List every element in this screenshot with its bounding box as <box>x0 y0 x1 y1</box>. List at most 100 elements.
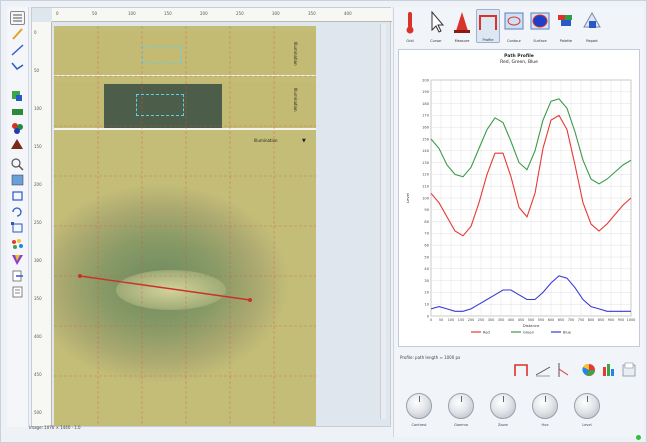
knob-contrast-dial[interactable] <box>406 393 432 419</box>
x-tick-label: 500 <box>528 318 534 322</box>
y-tick-label: 10 <box>424 303 429 307</box>
cursor-icon <box>431 10 445 33</box>
x-tick-label: 250 <box>478 318 484 322</box>
slope-icon[interactable] <box>534 361 552 379</box>
image-canvas-panel: 0 50 100 150 200 250 300 350 400 0 50 100 150 200 250… <box>31 7 392 427</box>
x-tick-label: 50 <box>439 318 443 322</box>
tool-surface[interactable]: Surface <box>528 9 552 43</box>
tool-profile-label: Profile <box>482 38 494 42</box>
color-wheel-icon[interactable] <box>580 361 598 379</box>
knob-hue-dial[interactable] <box>532 393 558 419</box>
ruler-left-tick: 150 <box>34 144 42 149</box>
rotate-tool-icon[interactable] <box>10 205 25 219</box>
triangle-tool-icon[interactable] <box>10 137 25 151</box>
tool-measure-label: Measure <box>454 39 470 43</box>
x-tick-label: 100 <box>448 318 454 322</box>
legend-label-green: Green <box>523 330 534 334</box>
knob-hue[interactable]: Hue <box>530 391 560 435</box>
y-tick-label: 60 <box>424 244 429 248</box>
y-tick-label: 140 <box>422 149 430 153</box>
tool-contour[interactable]: Contour <box>502 9 526 43</box>
line-tool-icon[interactable] <box>10 43 25 57</box>
profile-icon <box>479 15 497 30</box>
tool-report[interactable]: Report <box>580 9 604 43</box>
select-tool-icon[interactable] <box>10 89 25 103</box>
ruler-left-tick: 450 <box>34 372 42 377</box>
y-tick-label: 150 <box>422 137 430 141</box>
tool-palette-label: Palette <box>559 39 573 43</box>
pencil-tool-icon[interactable] <box>10 27 25 41</box>
y-tick-label: 170 <box>422 114 430 118</box>
knob-contrast[interactable]: Contrast <box>404 391 434 435</box>
polyline-tool-icon[interactable] <box>10 59 25 73</box>
rgb-bars-icon[interactable] <box>600 361 618 379</box>
axis-icon[interactable] <box>554 361 572 379</box>
palette-tool-icon[interactable] <box>10 237 25 251</box>
ruler-top-tick: 0 <box>56 11 59 16</box>
measure-tool-icon[interactable] <box>10 105 25 119</box>
knob-zoom[interactable]: Zoom <box>488 391 518 435</box>
left-toolbar <box>7 7 29 427</box>
y-axis-label: Level <box>405 193 410 203</box>
x-tick-label: 950 <box>618 318 624 322</box>
image-tool-icon[interactable] <box>10 173 25 187</box>
zoom-tool-icon[interactable] <box>10 157 25 171</box>
knob-gamma-dial[interactable] <box>448 393 474 419</box>
x-tick-label: 300 <box>488 318 494 322</box>
save-chart-icon[interactable] <box>620 361 638 379</box>
adjustment-knobs: Contrast Gamma Zoom Hue Level <box>400 391 640 435</box>
export-tool-icon[interactable] <box>10 269 25 283</box>
spectrum-tool-icon[interactable] <box>10 253 25 267</box>
ruler-left-tick: 300 <box>34 258 42 263</box>
knob-level[interactable]: Level <box>572 391 602 435</box>
chart-options-row <box>512 361 642 381</box>
knob-level-dial[interactable] <box>574 393 600 419</box>
y-tick-label: 120 <box>422 173 430 177</box>
ruler-top-tick: 350 <box>308 11 316 16</box>
profile-chart: Path Profile Red, Green, Blue 200 190 180 1… <box>398 49 640 347</box>
ruler-left-tick: 200 <box>34 182 42 187</box>
ruler-top-tick: 400 <box>344 11 352 16</box>
y-tick-label: 20 <box>424 291 429 295</box>
status-indicator <box>636 435 641 440</box>
knob-zoom-dial[interactable] <box>490 393 516 419</box>
y-tick-label: 110 <box>422 185 430 189</box>
grid-tool-icon[interactable] <box>10 11 25 25</box>
image-view[interactable]: Illumination Illumination Illumination ▼ <box>54 26 316 426</box>
ruler-top-tick: 200 <box>200 11 208 16</box>
tool-cursor[interactable]: Cursor <box>424 9 448 43</box>
crop-tool-icon[interactable] <box>10 189 25 203</box>
y-tick-label: 130 <box>422 161 430 165</box>
vertical-scrollbar[interactable] <box>380 24 386 419</box>
ruler-left-tick: 100 <box>34 106 42 111</box>
ruler-top-tick: 50 <box>92 11 98 16</box>
y-tick-label: 80 <box>424 220 429 224</box>
analysis-tools-row: Grid Cursor Measure Profile Contour Surf… <box>398 9 638 45</box>
profile-path-line <box>79 275 251 301</box>
y-tick-label: 30 <box>424 279 429 283</box>
x-tick-label: 750 <box>578 318 584 322</box>
tool-palette[interactable]: Palette <box>554 9 578 43</box>
grid-lines <box>54 26 316 426</box>
resize-tool-icon[interactable] <box>10 221 25 235</box>
x-tick-label: 800 <box>588 318 594 322</box>
tool-grid-label: Grid <box>406 39 414 43</box>
tool-measure[interactable]: Measure <box>450 9 474 43</box>
knob-level-label: Level <box>582 423 592 427</box>
ruler-left-tick: 350 <box>34 296 42 301</box>
image-status-text: Image: 1076 × 1440 · 1.0 <box>29 425 81 430</box>
knob-gamma[interactable]: Gamma <box>446 391 476 435</box>
cone-icon <box>454 12 470 33</box>
knob-contrast-label: Contrast <box>411 423 427 427</box>
document-tool-icon[interactable] <box>10 285 25 299</box>
ruler-top-tick: 300 <box>272 11 280 16</box>
x-axis-label: Distance <box>523 323 540 328</box>
tool-profile[interactable]: Profile <box>476 9 500 43</box>
profile-shape-icon[interactable] <box>512 361 530 379</box>
color-tool-icon[interactable] <box>10 121 25 135</box>
surface-icon <box>530 12 550 30</box>
ruler-left: 0 50 100 150 200 250 300 350 400 450 500 <box>32 22 52 426</box>
palette-icon <box>558 15 572 26</box>
chart-svg: 2001901801701601501401301201101009080706… <box>405 78 635 334</box>
tool-grid[interactable]: Grid <box>398 9 422 43</box>
